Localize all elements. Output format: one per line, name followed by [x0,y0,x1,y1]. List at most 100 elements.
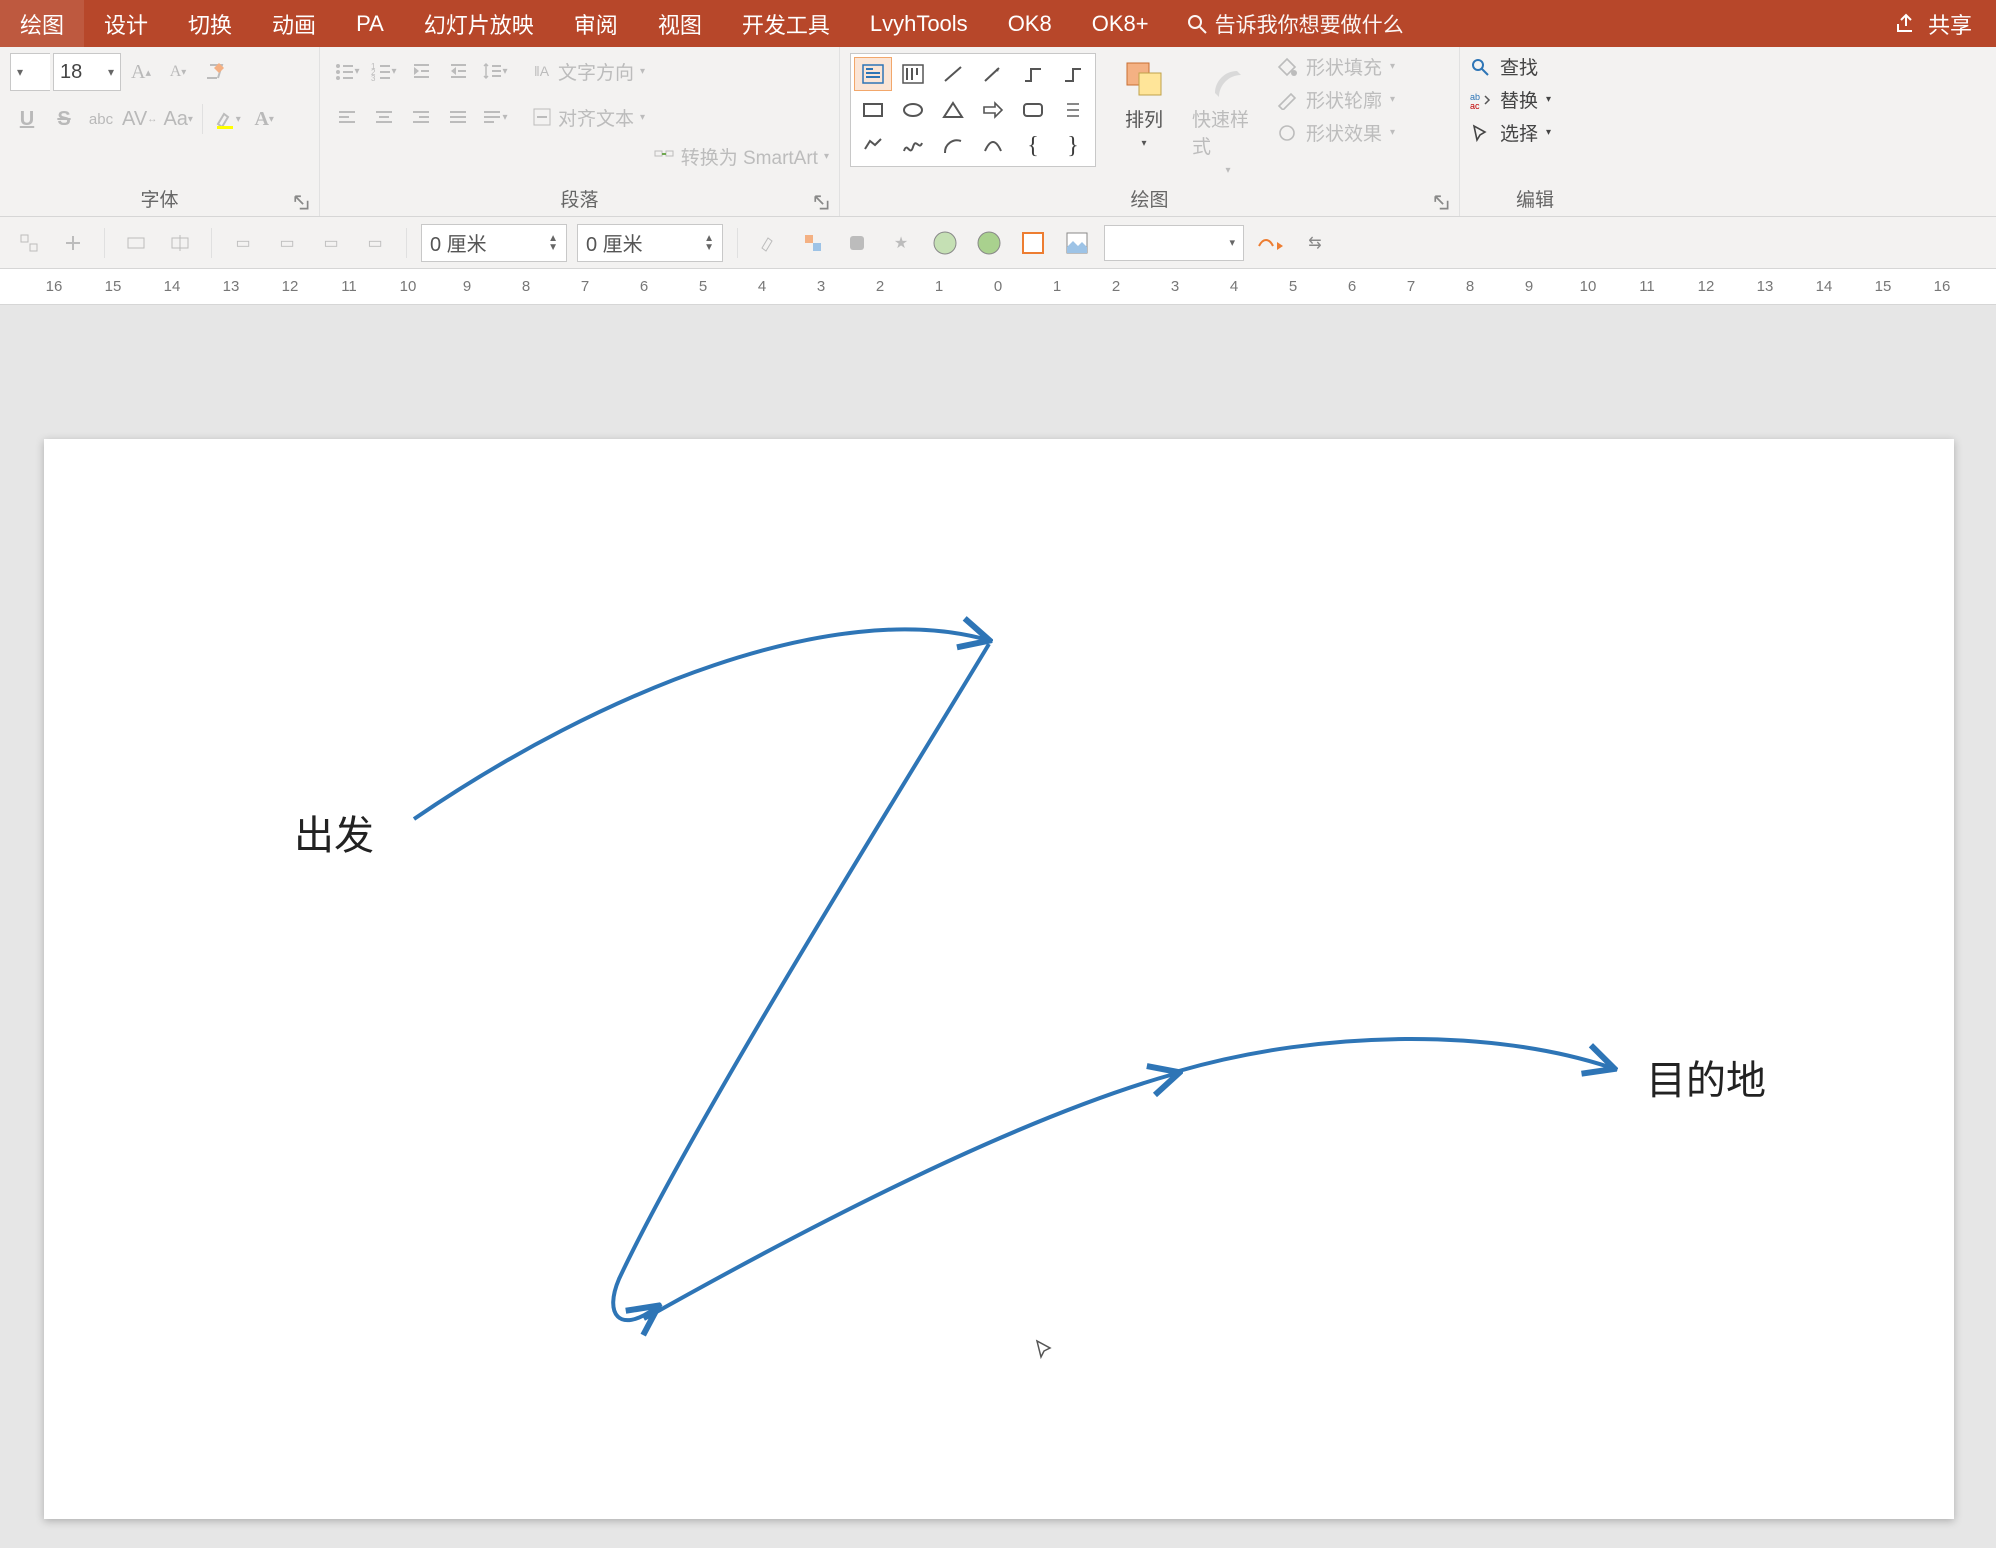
quick-styles-icon [1207,59,1249,99]
shape-connector-2[interactable] [1054,57,1092,91]
distribute-button[interactable]: ▾ [478,99,512,135]
text-shadow-button[interactable]: abc [84,101,118,137]
end-label[interactable]: 目的地 [1646,1048,1766,1106]
tb-swatch-2[interactable] [972,226,1006,260]
tab-design[interactable]: 设计 [84,0,168,47]
tab-review[interactable]: 审阅 [554,0,638,47]
tab-transitions[interactable]: 切换 [168,0,252,47]
tab-pa[interactable]: PA [336,0,404,47]
tab-ok8plus[interactable]: OK8+ [1072,0,1169,47]
shape-line[interactable] [934,57,972,91]
align-center-button[interactable] [367,99,401,135]
text-direction-button[interactable]: ‖A 文字方向 ▾ [532,58,645,85]
tb-icon-14[interactable] [1254,226,1288,260]
tb-icon-5[interactable]: ▭ [226,226,260,260]
tab-view[interactable]: 视图 [638,0,722,47]
strikethrough-button[interactable]: S [47,101,81,137]
arrange-button[interactable]: 排列▾ [1108,53,1180,149]
shape-rounded-rect[interactable] [1014,93,1052,127]
find-button[interactable]: 查找 [1470,53,1600,80]
change-case-button[interactable]: Aa ▾ [161,101,195,137]
bullets-button[interactable]: ▾ [330,53,364,89]
ruler-tick: 12 [1692,278,1720,295]
tab-animations[interactable]: 动画 [252,0,336,47]
start-label[interactable]: 出发 [294,803,374,861]
shape-scribble[interactable] [894,129,932,163]
tb-swatch-1[interactable] [928,226,962,260]
numbering-button[interactable]: 123▾ [367,53,401,89]
tell-me-search[interactable]: 告诉我你想要做什么 [1187,9,1404,39]
dialog-launcher-icon[interactable] [1433,194,1451,212]
shape-oval[interactable] [894,93,932,127]
tb-icon-2[interactable] [56,226,90,260]
line-spacing-button[interactable]: ▾ [478,53,512,89]
slide[interactable]: 出发 目的地 [44,439,1954,1519]
convert-smartart-button[interactable]: 转换为 SmartArt ▾ [653,143,829,170]
align-left-button[interactable] [330,99,364,135]
shape-effects-button[interactable]: 形状效果 ▾ [1276,119,1395,146]
replace-button[interactable]: abac替换 ▾ [1470,86,1600,113]
tb-icon-4[interactable] [163,226,197,260]
tb-icon-11[interactable] [840,226,874,260]
increase-font-button[interactable]: A▴ [124,54,158,90]
tb-icon-9[interactable] [752,226,786,260]
tb-icon-10[interactable] [796,226,830,260]
shapes-more[interactable] [1054,93,1092,127]
dialog-launcher-icon[interactable] [813,194,831,212]
highlight-color-button[interactable]: ▾ [210,101,244,137]
share-button[interactable]: 共享 [1894,8,1972,40]
tab-slideshow[interactable]: 幻灯片放映 [404,0,554,47]
tb-icon-7[interactable]: ▭ [314,226,348,260]
tab-drawing[interactable]: 绘图 [0,0,84,47]
decrease-indent-button[interactable] [404,53,438,89]
color-picker[interactable]: ▾ [1104,225,1244,261]
shapes-gallery[interactable]: { } [850,53,1096,167]
tb-icon-3[interactable] [119,226,153,260]
clear-formatting-button[interactable] [198,54,232,90]
ruler-tick: 0 [984,278,1012,295]
shape-curve[interactable] [974,129,1012,163]
shape-freeform[interactable] [854,129,892,163]
ruler-tick: 12 [276,278,304,295]
shape-brace-right[interactable]: } [1054,129,1092,163]
shape-triangle[interactable] [934,93,972,127]
tb-icon-1[interactable] [12,226,46,260]
shape-rect[interactable] [854,93,892,127]
dialog-launcher-icon[interactable] [293,194,311,212]
shape-arrow-line[interactable] [974,57,1012,91]
shape-textbox[interactable] [854,57,892,91]
font-name-box[interactable]: ▾ [10,53,50,91]
shape-arc[interactable] [934,129,972,163]
tb-icon-6[interactable]: ▭ [270,226,304,260]
tab-ok8[interactable]: OK8 [988,0,1072,47]
decrease-font-button[interactable]: A▾ [161,54,195,90]
font-size-box[interactable]: 18▾ [53,53,121,91]
font-color-button[interactable]: A▾ [247,101,281,137]
motion-path-curve[interactable] [44,439,1954,1519]
tb-icon-15[interactable]: ⇆ [1298,226,1332,260]
select-button[interactable]: 选择 ▾ [1470,119,1600,146]
align-text-button[interactable]: 对齐文本 ▾ [532,104,645,131]
tab-lvyhtools[interactable]: LvyhTools [850,0,988,47]
shape-fill-button[interactable]: 形状填充 ▾ [1276,53,1395,80]
position-x-input[interactable]: 0 厘米▲▼ [421,224,567,262]
underline-button[interactable]: U [10,101,44,137]
tab-developer[interactable]: 开发工具 [722,0,850,47]
slide-canvas-area[interactable]: 出发 目的地 [0,305,1996,1548]
tb-icon-12[interactable]: ★ [884,226,918,260]
increase-indent-button[interactable] [441,53,475,89]
tb-swatch-3[interactable] [1016,226,1050,260]
position-y-input[interactable]: 0 厘米▲▼ [577,224,723,262]
character-spacing-button[interactable]: AV↔ [121,101,158,137]
shape-outline-button[interactable]: 形状轮廓 ▾ [1276,86,1395,113]
shape-brace-left[interactable]: { [1014,129,1052,163]
group-drawing: { } 排列▾ 快速样式▾ 形状填充 ▾ 形状轮廓 ▾ 形状效果 ▾ 绘图 [840,47,1460,216]
shape-right-arrow[interactable] [974,93,1012,127]
shape-connector[interactable] [1014,57,1052,91]
tb-icon-13[interactable] [1060,226,1094,260]
shape-vertical-textbox[interactable] [894,57,932,91]
align-right-button[interactable] [404,99,438,135]
tb-icon-8[interactable]: ▭ [358,226,392,260]
quick-styles-button[interactable]: 快速样式▾ [1192,53,1264,176]
justify-button[interactable] [441,99,475,135]
